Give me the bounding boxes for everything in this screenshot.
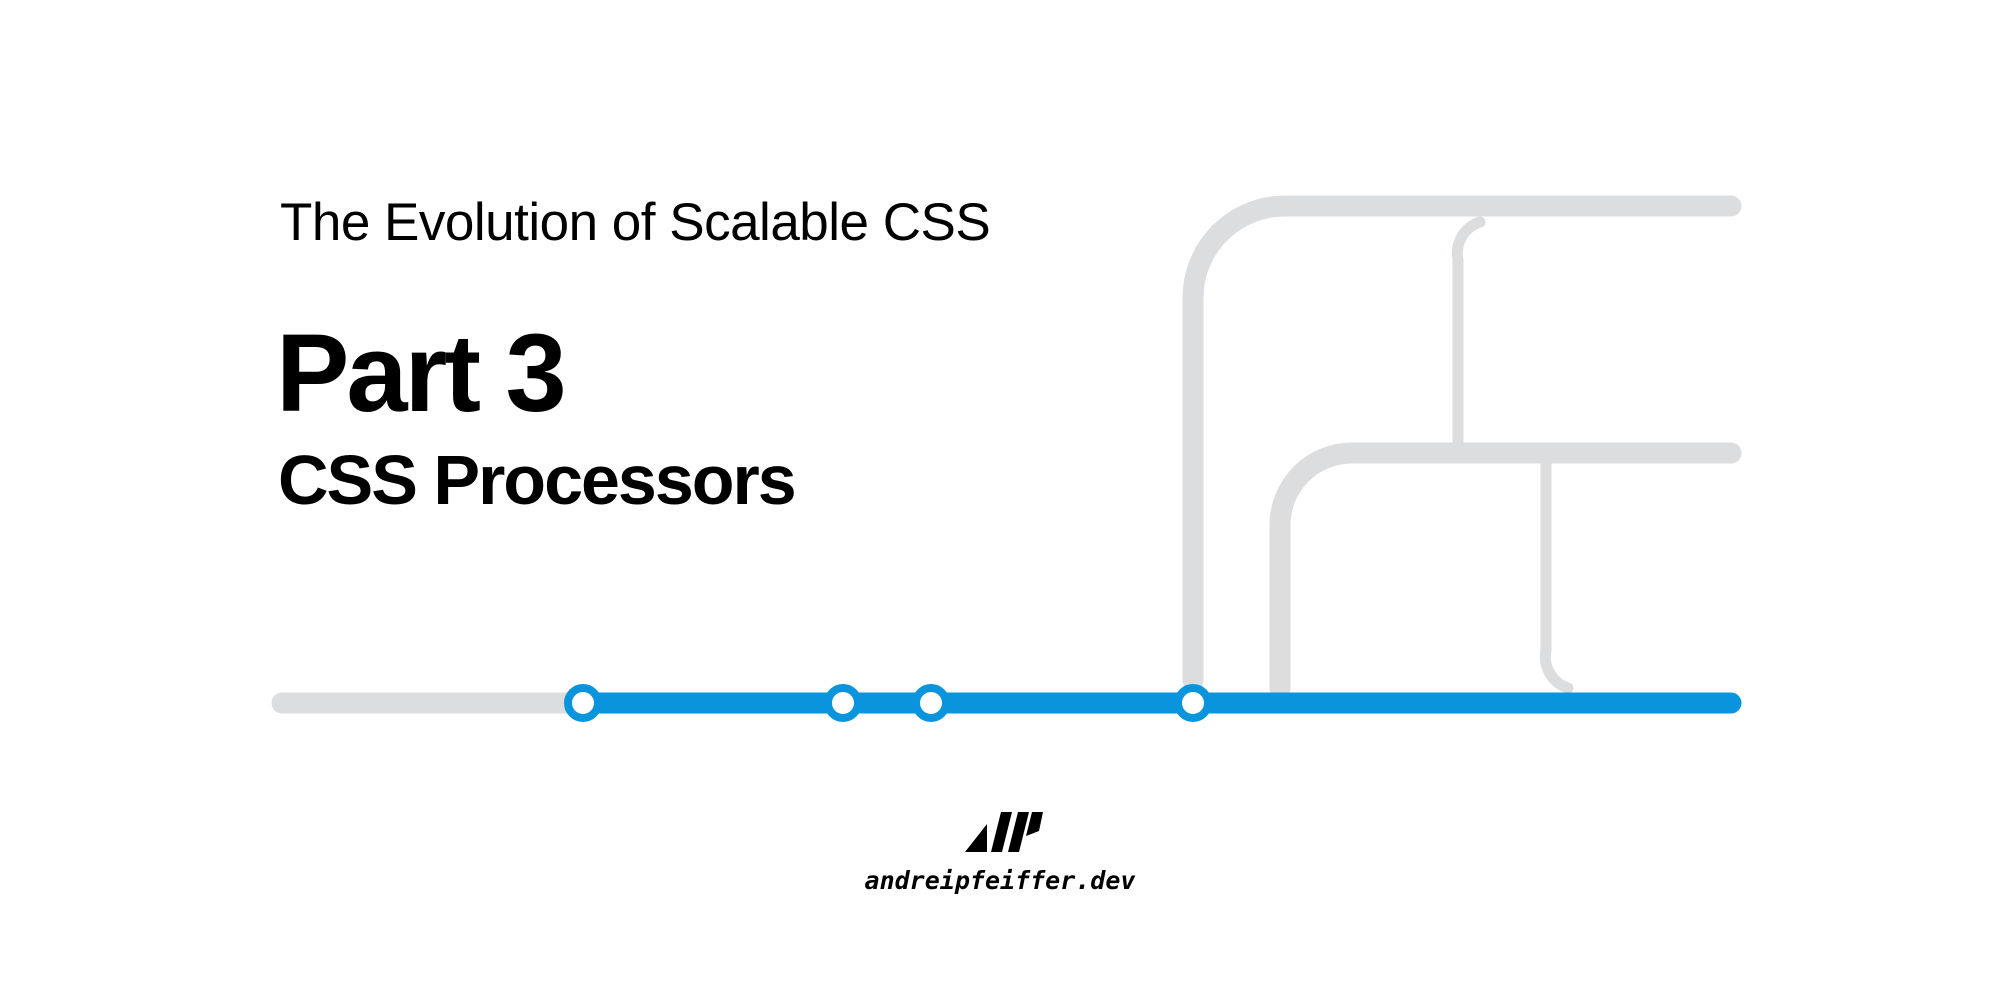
station-3 [912,684,950,722]
branch-connector-upper [1451,216,1486,450]
slide-canvas: The Evolution of Scalable CSS Part 3 CSS… [0,0,2000,1000]
station-4 [1174,684,1212,722]
branch-line-middle [1269,442,1742,699]
series-title: The Evolution of Scalable CSS [280,193,991,252]
site-url: andreipfeiffer.dev [864,866,1136,895]
branch-connector-lower [1539,458,1574,694]
ap-logo-icon [965,812,1043,852]
topic-title: CSS Processors [278,441,797,519]
station-1 [564,684,602,722]
station-2 [824,684,862,722]
part-title: Part 3 [276,312,567,435]
